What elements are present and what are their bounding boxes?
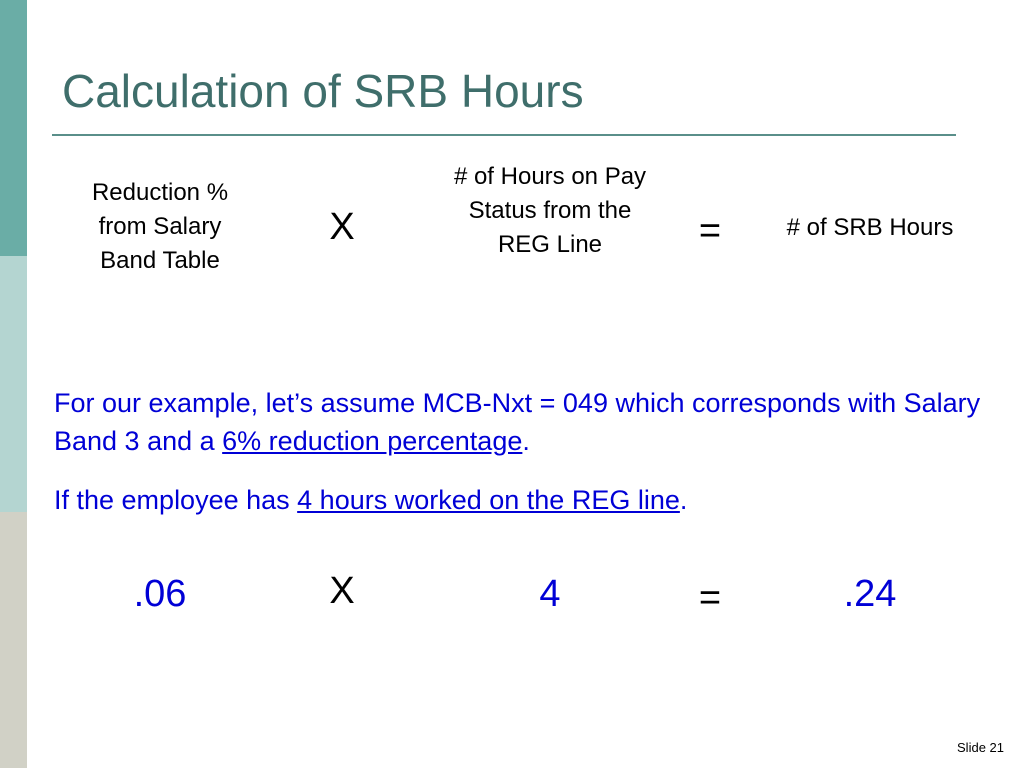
example-period-2: . [679,485,688,515]
calc-value-hours: 4 [539,573,561,615]
title-divider [52,134,956,136]
sidebar-decoration [0,0,27,768]
sidebar-band-top [0,0,27,256]
formula-term-reduction: Reduction % from Salary Band Table [91,179,229,274]
example-period-1: . [522,426,530,456]
calc-value-reduction: .06 [133,573,187,615]
formula-term-hours: # of Hours on Pay Status from the REG Li… [453,163,647,258]
sidebar-band-middle [0,256,27,512]
calc-equals-operator: = [698,577,722,619]
formula-equals-operator: = [698,210,722,252]
example-paragraph-2: If the employee has 4 hours worked on th… [54,481,1004,519]
example-text-2: If the employee has [54,485,298,515]
calc-result: .24 [843,573,897,615]
hours-worked-link[interactable]: 4 hours worked on the REG line [297,485,680,515]
example-paragraph-1: For our example, let’s assume MCB-Nxt = … [54,384,1004,460]
calc-multiply-operator: X [329,570,355,612]
sidebar-band-bottom [0,512,27,768]
slide-number: Slide 21 [957,740,1004,755]
formula-multiply-operator: X [329,206,355,248]
formula-result-srb-hours: # of SRB Hours [786,214,954,241]
slide-title: Calculation of SRB Hours [62,65,584,117]
reduction-percentage-link[interactable]: 6% reduction percentage [222,426,522,456]
